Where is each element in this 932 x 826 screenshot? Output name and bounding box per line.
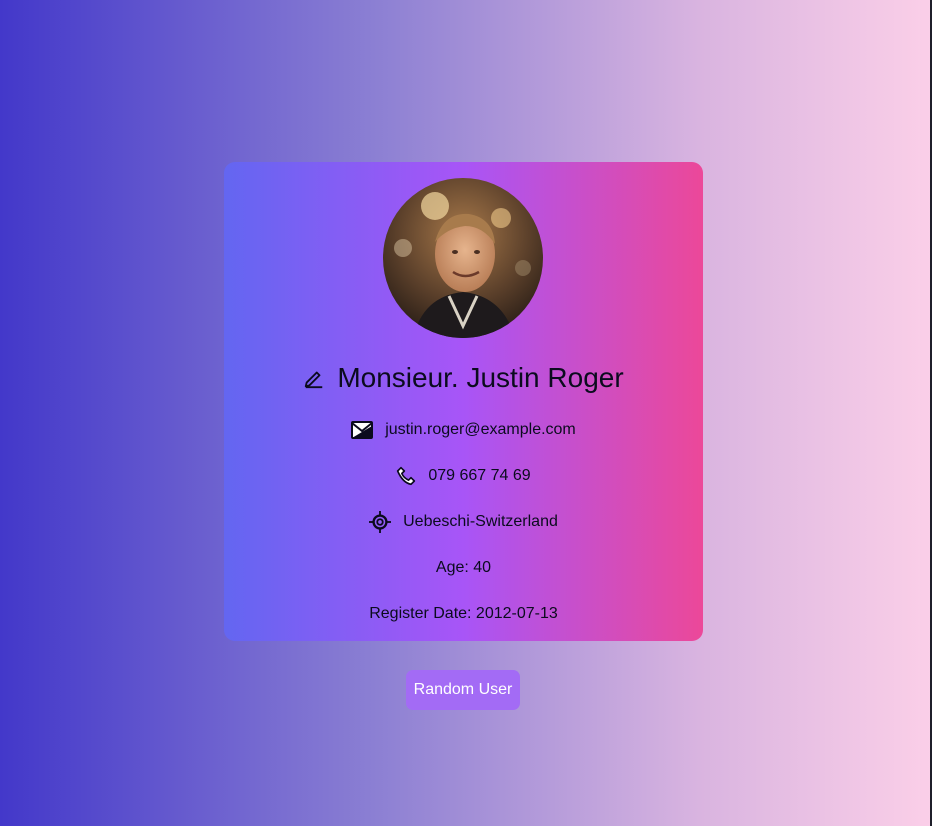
location-row: Uebeschi-Switzerland <box>224 510 703 534</box>
phone-row: 079 667 74 69 <box>224 464 703 488</box>
name-row: Monsieur. Justin Roger <box>224 358 703 398</box>
user-register-date: Register Date: 2012-07-13 <box>369 605 558 622</box>
email-row: justin.roger@example.com <box>224 418 703 442</box>
user-age: Age: 40 <box>435 559 492 576</box>
crosshair-icon <box>369 511 392 533</box>
avatar-photo <box>383 178 543 338</box>
user-location: Uebeschi-Switzerland <box>403 513 558 530</box>
user-card: Monsieur. Justin Roger justin.roger@exam… <box>224 162 703 641</box>
envelope-icon <box>351 421 374 439</box>
user-name: Monsieur. Justin Roger <box>337 362 624 393</box>
user-phone: 079 667 74 69 <box>428 467 531 484</box>
register-date-row: Register Date: 2012-07-13 <box>224 602 703 626</box>
pencil-icon <box>303 367 325 389</box>
phone-icon <box>396 466 416 486</box>
user-email: justin.roger@example.com <box>385 421 576 438</box>
age-row: Age: 40 <box>224 556 703 580</box>
random-user-button[interactable]: Random User <box>406 670 520 710</box>
avatar <box>383 178 543 338</box>
